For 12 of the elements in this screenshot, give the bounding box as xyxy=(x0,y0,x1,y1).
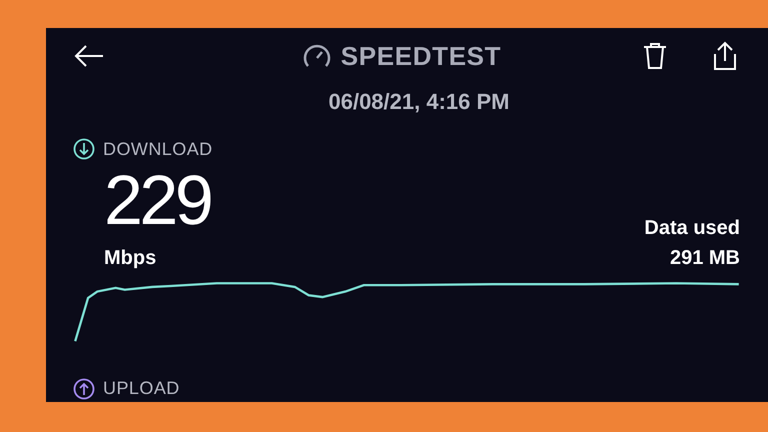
share-icon xyxy=(711,41,739,72)
upload-label: UPLOAD xyxy=(103,377,180,400)
trash-icon xyxy=(643,42,667,70)
speed-unit: Mbps xyxy=(104,246,158,271)
download-label: DOWNLOAD xyxy=(103,138,213,161)
download-speed: 229 xyxy=(104,162,210,237)
data-used-value: 291 MB xyxy=(670,246,740,271)
test-date: 06/08/21, 4:16 PM xyxy=(328,88,510,116)
back-arrow-icon xyxy=(74,44,104,68)
data-used-label: Data used xyxy=(644,216,740,241)
gauge-icon xyxy=(302,44,331,68)
app-title: SPEEDTEST xyxy=(340,40,502,73)
